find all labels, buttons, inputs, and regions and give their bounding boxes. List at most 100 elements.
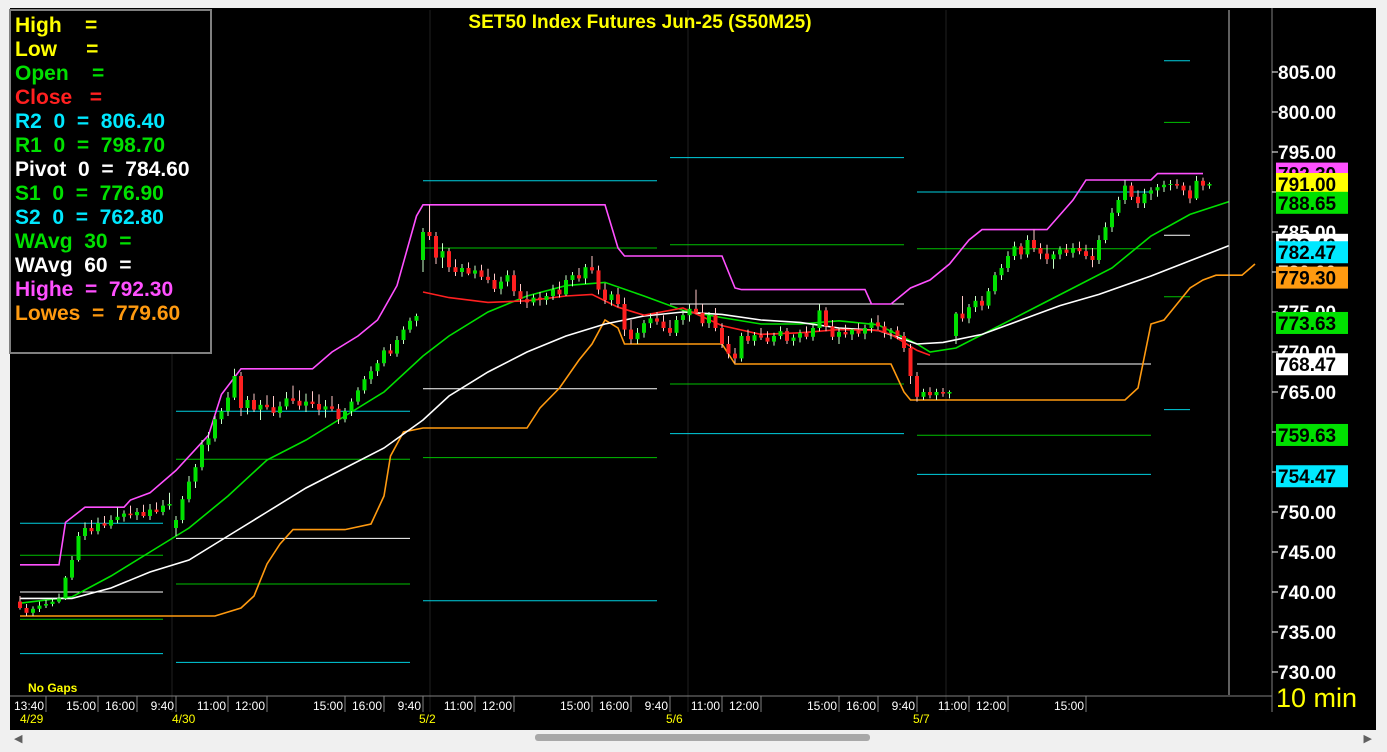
info-row-highe: Highe = 792.30 [15, 278, 174, 301]
candle-body [954, 313, 958, 336]
candle-body [252, 400, 256, 410]
y-tick-label: 765.00 [1278, 383, 1336, 404]
candle-body [330, 406, 334, 409]
candle-body [31, 608, 35, 613]
candle-body [1201, 180, 1205, 186]
candle-body [1149, 190, 1153, 194]
candle-body [1006, 256, 1010, 268]
info-row-s2-0: S2 0 = 762.80 [15, 206, 164, 229]
horizontal-scrollbar[interactable]: ◀ ▶ [10, 730, 1376, 745]
candle-body [174, 520, 178, 528]
candle-body [395, 340, 399, 354]
candle-body [375, 363, 380, 372]
info-row-pivot-0: Pivot 0 = 784.60 [15, 158, 190, 181]
candle-body [843, 332, 848, 335]
candle-body [577, 275, 581, 279]
candle-body [661, 321, 666, 328]
candle-body [921, 392, 926, 397]
candle-body [525, 299, 529, 303]
candle-body [687, 308, 692, 316]
candle-body [245, 400, 250, 408]
candle-body [726, 344, 731, 354]
x-tick-label: 11:00 [691, 699, 720, 713]
scroll-right-icon[interactable]: ▶ [1364, 732, 1372, 745]
candle-body [440, 251, 445, 258]
candle-body [135, 512, 139, 516]
candle-body [1071, 248, 1075, 253]
candle-body [1116, 200, 1121, 213]
x-tick-label: 16:00 [105, 699, 135, 713]
info-row-wavg-60: WAvg 60 = [15, 254, 132, 277]
y-tick-label: 750.00 [1278, 503, 1336, 524]
x-tick-label: 16:00 [599, 699, 629, 713]
candle-body [1129, 185, 1134, 197]
candle-body [76, 536, 81, 560]
candle-body [161, 505, 165, 512]
candle-body [271, 407, 276, 413]
candle-body [759, 335, 763, 338]
x-tick-label: 9:40 [645, 699, 669, 713]
candle-body [466, 268, 471, 274]
candle-body [570, 275, 575, 280]
candle-body [408, 320, 412, 330]
scroll-left-icon[interactable]: ◀ [14, 732, 22, 745]
candle-body [24, 608, 29, 613]
candle-body [213, 419, 217, 439]
candle-body [1084, 251, 1088, 256]
info-row-low: Low = [15, 38, 99, 61]
candle-body [518, 291, 523, 300]
candle-body [694, 308, 698, 313]
y-tick-label: 735.00 [1278, 623, 1336, 644]
candle-body [616, 294, 620, 304]
candle-body [590, 267, 594, 271]
candle-body [486, 276, 490, 280]
candle-body [83, 528, 87, 536]
price-tag-label: 759.63 [1278, 426, 1336, 447]
candle-body [583, 267, 588, 279]
candle-body [265, 404, 269, 408]
candle-body [960, 313, 965, 319]
candle-body [863, 328, 867, 334]
candle-body [109, 520, 113, 526]
candle-body [882, 326, 887, 333]
candle-body [824, 310, 828, 327]
candle-body [232, 376, 237, 398]
candle-body [1038, 248, 1043, 254]
candle-body [603, 289, 607, 300]
candle-body [44, 604, 48, 606]
info-row-lowes: Lowes = 779.60 [15, 302, 181, 325]
candle-body [154, 509, 159, 512]
candle-body [635, 332, 640, 340]
candle-body [421, 232, 425, 260]
date-label: 5/6 [666, 712, 683, 726]
candle-body [876, 322, 880, 327]
candle-body [57, 598, 61, 602]
candle-body [791, 337, 796, 341]
x-tick-label: 15:00 [1054, 699, 1084, 713]
candle-body [915, 376, 919, 397]
interval-label[interactable]: 10 min [1276, 683, 1357, 713]
candle-body [551, 289, 555, 296]
candle-body [388, 350, 393, 354]
candle-body [642, 323, 646, 333]
candle-body [941, 392, 945, 394]
date-label: 5/2 [419, 712, 436, 726]
candle-body [219, 411, 224, 420]
scroll-thumb[interactable] [535, 734, 870, 741]
price-tag-label: 779.30 [1278, 269, 1336, 290]
candle-body [1064, 249, 1069, 253]
candle-body [895, 330, 900, 336]
candle-body [499, 281, 503, 289]
y-tick-label: 745.00 [1278, 543, 1336, 564]
candle-body [1136, 196, 1140, 204]
candle-body [193, 467, 198, 482]
candle-body [167, 504, 172, 506]
candle-body [200, 444, 204, 468]
candle-body [811, 328, 815, 337]
candle-body [427, 232, 432, 236]
candle-body [1162, 184, 1166, 188]
candle-body [291, 398, 295, 401]
candle-body [869, 322, 874, 328]
candle-body [226, 397, 230, 412]
y-tick-label: 805.00 [1278, 63, 1336, 84]
